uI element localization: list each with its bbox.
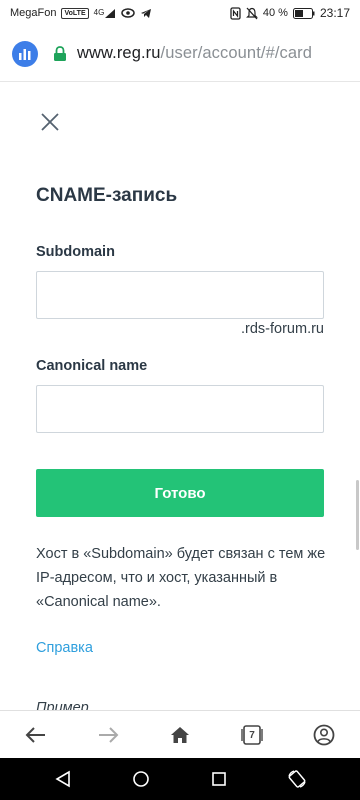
tabs-button[interactable]: 7 [232, 715, 272, 755]
network-type-label: 4G [93, 8, 105, 17]
forward-button[interactable] [88, 715, 128, 755]
close-icon [41, 113, 59, 131]
nav-back-icon [55, 770, 70, 788]
submit-button[interactable]: Готово [36, 469, 324, 517]
nav-back-button[interactable] [45, 761, 81, 797]
status-bar: MegaFon VoLTE 4G 40 % 23:17 [0, 0, 360, 26]
nav-home-button[interactable] [123, 761, 159, 797]
signal-icon: 4G [94, 8, 117, 19]
hint-text: Хост в «Subdomain» будет связан с тем же… [36, 546, 326, 610]
volte-icon: VoLTE [61, 7, 89, 19]
status-left: MegaFon VoLTE 4G [10, 7, 152, 19]
rotate-button[interactable] [279, 761, 315, 797]
nav-recents-button[interactable] [201, 761, 237, 797]
profile-icon [313, 724, 335, 746]
eye-icon [121, 8, 136, 18]
mute-icon [245, 7, 258, 20]
browser-toolbar: 7 [0, 710, 360, 759]
subdomain-input[interactable] [36, 271, 324, 319]
forward-arrow-icon [99, 727, 119, 743]
url-host: www.reg.ru [77, 44, 161, 62]
browser-address-bar[interactable]: www.reg.ru/user/account/#/card [0, 26, 360, 82]
url-field[interactable]: www.reg.ru/user/account/#/card [77, 44, 312, 63]
telegram-icon [140, 8, 152, 19]
tabs-icon: 7 [241, 725, 263, 745]
nav-home-icon [133, 771, 149, 787]
battery-icon [292, 7, 315, 19]
clock-time: 23:17 [319, 6, 350, 20]
help-link[interactable]: Справка [36, 640, 93, 656]
page-scrollbar[interactable] [356, 480, 359, 550]
status-right: 40 % 23:17 [230, 6, 350, 20]
rotate-icon [288, 770, 306, 788]
canonical-name-label: Canonical name [36, 358, 148, 374]
system-nav-bar [0, 758, 360, 800]
carrier-name: MegaFon [10, 7, 57, 19]
subdomain-label: Subdomain [36, 244, 115, 260]
battery-percent: 40 % [262, 7, 288, 19]
nav-recents-icon [212, 772, 226, 786]
back-arrow-icon [25, 727, 45, 743]
back-button[interactable] [16, 715, 56, 755]
home-button[interactable] [160, 715, 200, 755]
tabs-count: 7 [249, 729, 255, 741]
site-analytics-icon[interactable] [12, 40, 38, 67]
canonical-name-input[interactable] [36, 385, 324, 433]
close-button[interactable] [38, 110, 62, 134]
home-icon [171, 727, 189, 743]
url-path: /user/account/#/card [160, 44, 313, 62]
profile-button[interactable] [304, 715, 344, 755]
domain-suffix: .rds-forum.ru [241, 321, 324, 337]
nfc-icon [230, 6, 241, 20]
dialog-title: CNAME-запись [36, 185, 178, 206]
lock-icon[interactable] [53, 45, 67, 62]
